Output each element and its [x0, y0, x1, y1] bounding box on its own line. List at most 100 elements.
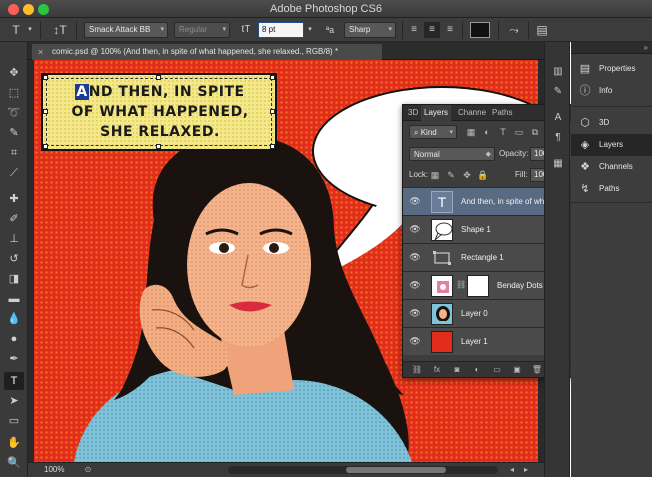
history-brush-tool-icon[interactable]: ↺ [4, 250, 24, 268]
character-panel-icon[interactable]: ▤ [534, 22, 550, 38]
text-orientation-icon[interactable]: ↕T [52, 22, 68, 38]
blend-mode-dropdown[interactable]: Normal ◆ [409, 147, 495, 161]
warp-text-icon[interactable]: ⤳ [506, 22, 522, 38]
lock-image-icon[interactable]: ✎ [445, 168, 457, 182]
type-filter-icon[interactable]: T [497, 125, 509, 139]
shape-tool-icon[interactable]: ▭ [4, 412, 24, 430]
transform-handle[interactable] [43, 109, 48, 114]
font-size-value: 8 pt [262, 25, 276, 34]
tab-channels[interactable]: Channe [455, 105, 489, 121]
add-mask-icon[interactable]: ◙ [451, 364, 463, 376]
new-group-icon[interactable]: ▭ [491, 364, 503, 376]
transform-handle[interactable] [43, 75, 48, 80]
caption-text[interactable]: And then, in spite of what happened, she… [49, 82, 271, 142]
shape-filter-icon[interactable]: ▭ [513, 125, 525, 139]
adjustment-filter-icon[interactable]: ◐ [481, 125, 493, 139]
paragraph-panel-icon[interactable]: ¶ [550, 130, 566, 146]
new-layer-icon[interactable]: ▣ [511, 364, 523, 376]
font-size-dropdown-arrow-icon[interactable]: ▾ [305, 22, 315, 38]
dock-item-label: Info [599, 86, 613, 95]
lock-position-icon[interactable]: ✥ [461, 168, 473, 182]
tab-paths[interactable]: Paths [489, 105, 515, 121]
dock-item-info[interactable]: ⓘ Info [571, 80, 652, 102]
scroll-left-icon[interactable]: ◂ [506, 464, 518, 476]
dock-item-layers[interactable]: ◈ Layers [571, 134, 652, 156]
transform-handle[interactable] [270, 144, 275, 149]
align-left-icon[interactable]: ≡ [406, 22, 422, 38]
move-tool-icon[interactable]: ✥ [4, 64, 24, 82]
paths-icon: ↯ [580, 183, 590, 195]
adjustment-layer-icon[interactable]: ◐ [471, 364, 483, 376]
layer-mask-thumbnail[interactable] [467, 275, 489, 297]
document-info-icon[interactable]: ⊙ [82, 464, 94, 476]
eraser-tool-icon[interactable]: ◨ [4, 270, 24, 288]
dock-item-3d[interactable]: ⬡ 3D [571, 112, 652, 134]
transform-handle[interactable] [270, 75, 275, 80]
delete-layer-icon[interactable]: 🗑 [531, 364, 543, 376]
preset-dropdown-arrow-icon[interactable]: ▾ [26, 22, 34, 38]
visibility-eye-icon[interactable]: 👁 [409, 280, 421, 290]
path-selection-tool-icon[interactable]: ➤ [4, 392, 24, 410]
close-tab-icon[interactable]: × [38, 44, 43, 60]
lock-all-icon[interactable]: 🔒 [477, 168, 489, 182]
horizontal-scroll-thumb[interactable] [346, 467, 446, 473]
zoom-tool-icon[interactable]: 🔍 [4, 454, 24, 472]
layer-filter-dropdown[interactable]: ⌕ Kind ▾ [409, 125, 457, 139]
anti-alias-dropdown[interactable]: Sharp ▾ [344, 22, 396, 38]
align-center-icon[interactable]: ≡ [424, 22, 440, 38]
smart-object-filter-icon[interactable]: ⧉ [529, 125, 541, 139]
pixel-filter-icon[interactable]: ▦ [465, 125, 477, 139]
blur-tool-icon[interactable]: 💧 [4, 310, 24, 328]
window-title: Adobe Photoshop CS6 [270, 3, 382, 15]
healing-brush-tool-icon[interactable]: ✚ [4, 190, 24, 208]
transform-handle[interactable] [156, 144, 161, 149]
hand-tool-icon[interactable]: ✋ [4, 434, 24, 452]
link-layers-icon[interactable]: ⛓ [411, 364, 423, 376]
pen-tool-icon[interactable]: ✒ [4, 350, 24, 368]
visibility-eye-icon[interactable]: 👁 [409, 224, 421, 234]
font-size-icon: tT [241, 24, 251, 35]
dock-item-channels[interactable]: ❖ Channels [571, 156, 652, 178]
eyedropper-tool-icon[interactable]: ⟋ [4, 164, 24, 182]
horizontal-scrollbar[interactable] [228, 466, 498, 474]
dock-item-properties[interactable]: ▤ Properties [571, 58, 652, 80]
font-size-input[interactable]: 8 pt [258, 22, 304, 38]
zoom-level[interactable]: 100% [34, 464, 74, 476]
transform-handle[interactable] [43, 144, 48, 149]
swatches-panel-icon[interactable]: ▦ [550, 156, 566, 172]
brush-presets-panel-icon[interactable]: ✎ [550, 84, 566, 100]
3d-icon: ⬡ [580, 117, 590, 129]
visibility-eye-icon[interactable]: 👁 [409, 308, 421, 318]
font-family-dropdown[interactable]: Smack Attack BB ▾ [84, 22, 168, 38]
clone-stamp-tool-icon[interactable]: ⊥ [4, 230, 24, 248]
transform-handle[interactable] [156, 75, 161, 80]
caption-box[interactable]: And then, in spite of what happened, she… [41, 73, 277, 151]
dodge-tool-icon[interactable]: ● [4, 330, 24, 348]
tab-3d[interactable]: 3D [405, 105, 421, 121]
link-chain-icon[interactable]: ⛓ [456, 280, 466, 289]
document-tab-bar: × comic.psd @ 100% (And then, in spite o… [28, 42, 544, 60]
brush-tool-icon[interactable]: ✐ [4, 210, 24, 228]
align-right-icon[interactable]: ≡ [442, 22, 458, 38]
document-tab[interactable]: × comic.psd @ 100% (And then, in spite o… [32, 44, 382, 60]
tab-layers[interactable]: Layers [421, 105, 452, 121]
text-color-swatch[interactable] [470, 22, 490, 38]
marquee-tool-icon[interactable]: ⬚ [4, 84, 24, 102]
lock-transparent-icon[interactable]: ▦ [429, 168, 441, 182]
dock-item-paths[interactable]: ↯ Paths [571, 178, 652, 200]
visibility-eye-icon[interactable]: 👁 [409, 196, 421, 206]
quick-select-tool-icon[interactable]: ✎ [4, 124, 24, 142]
character-panel-icon[interactable]: A [550, 110, 566, 126]
lasso-tool-icon[interactable]: ➰ [4, 104, 24, 122]
scroll-right-icon[interactable]: ▸ [520, 464, 532, 476]
collapse-dock-icon[interactable]: » [644, 42, 648, 54]
crop-tool-icon[interactable]: ⌗ [4, 144, 24, 162]
visibility-eye-icon[interactable]: 👁 [409, 336, 421, 346]
layer-style-icon[interactable]: fx [431, 364, 443, 376]
font-style-dropdown[interactable]: Regular ▾ [174, 22, 230, 38]
history-panel-icon[interactable]: ▥ [550, 64, 566, 80]
type-tool-preset-icon[interactable]: T [8, 22, 24, 38]
gradient-tool-icon[interactable]: ▬ [4, 290, 24, 308]
visibility-eye-icon[interactable]: 👁 [409, 252, 421, 262]
type-tool-icon[interactable]: T [4, 372, 24, 390]
